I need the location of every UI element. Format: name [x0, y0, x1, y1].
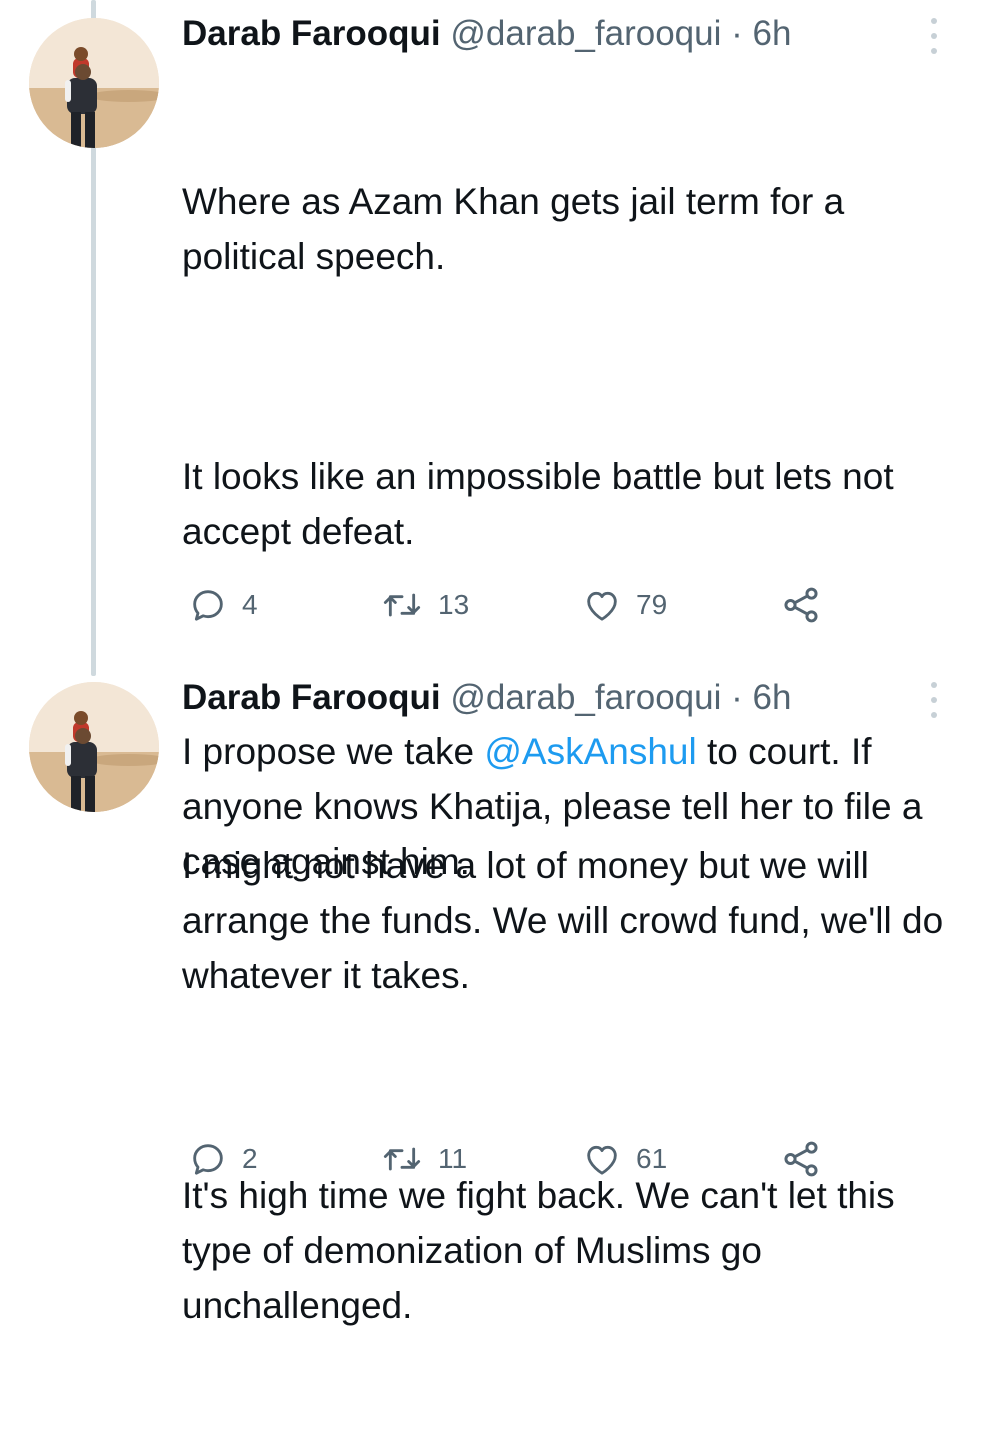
reply-count: 4: [242, 589, 258, 620]
tweet-text-segment: It's high time we fight back. We can't l…: [182, 1175, 905, 1326]
reply-count: 2: [242, 1143, 258, 1174]
tweet-text-segment: It looks like an impossible battle but l…: [182, 456, 904, 552]
share-button[interactable]: [780, 1134, 822, 1184]
like-icon: [587, 591, 617, 621]
author-handle[interactable]: @darab_farooqui: [450, 14, 721, 53]
tweet-actions: 2 11 61: [180, 1134, 880, 1184]
reply-button[interactable]: 4: [188, 580, 258, 630]
retweet-icon: [383, 593, 421, 617]
reply-button[interactable]: 2: [188, 1134, 258, 1184]
avatar[interactable]: [29, 18, 159, 148]
retweet-icon: [383, 1147, 421, 1171]
separator-dot: ·: [731, 678, 743, 717]
tweet-header: Darab Farooqui @darab_farooqui · 6h: [182, 678, 791, 718]
reply-icon: [193, 1144, 223, 1175]
tweet-paragraph: I might not have a lot of money but we w…: [182, 838, 962, 1003]
avatar-photo: [29, 682, 159, 812]
author-handle[interactable]: @darab_farooqui: [450, 678, 721, 717]
retweet-count: 13: [438, 589, 470, 620]
tweet-timestamp[interactable]: 6h: [753, 678, 792, 717]
separator-dot: ·: [731, 14, 743, 53]
share-icon: [784, 1141, 818, 1177]
tweet-actions: 4 13 79: [180, 580, 880, 630]
like-icon: [587, 1145, 617, 1175]
retweet-button[interactable]: 11: [380, 1134, 467, 1184]
tweet-paragraph: Where as Azam Khan gets jail term for a …: [182, 174, 962, 284]
like-count: 61: [636, 1143, 668, 1174]
tweet-paragraph: It's high time we fight back. We can't l…: [182, 1168, 962, 1333]
retweet-count: 11: [438, 1143, 468, 1174]
like-button[interactable]: 79: [582, 580, 667, 630]
tweet-header: Darab Farooqui @darab_farooqui · 6h: [182, 14, 791, 54]
share-button[interactable]: [780, 580, 822, 630]
tweet-text-segment: Where as Azam Khan gets jail term for a …: [182, 181, 855, 277]
tweet-paragraph: It looks like an impossible battle but l…: [182, 449, 962, 559]
retweet-button[interactable]: 13: [380, 580, 469, 630]
reply-icon: [193, 590, 223, 621]
more-icon[interactable]: [926, 682, 942, 718]
avatar-photo: [29, 18, 159, 148]
author-name[interactable]: Darab Farooqui: [182, 14, 441, 53]
like-count: 79: [636, 589, 668, 620]
tweet-text: I might not have a lot of money but we w…: [182, 728, 962, 1443]
like-button[interactable]: 61: [582, 1134, 667, 1184]
avatar[interactable]: [29, 682, 159, 812]
share-icon: [784, 587, 818, 623]
author-name[interactable]: Darab Farooqui: [182, 678, 441, 717]
tweet-timestamp[interactable]: 6h: [753, 14, 792, 53]
tweet-text-segment: I might not have a lot of money but we w…: [182, 845, 954, 996]
more-icon[interactable]: [926, 18, 942, 54]
